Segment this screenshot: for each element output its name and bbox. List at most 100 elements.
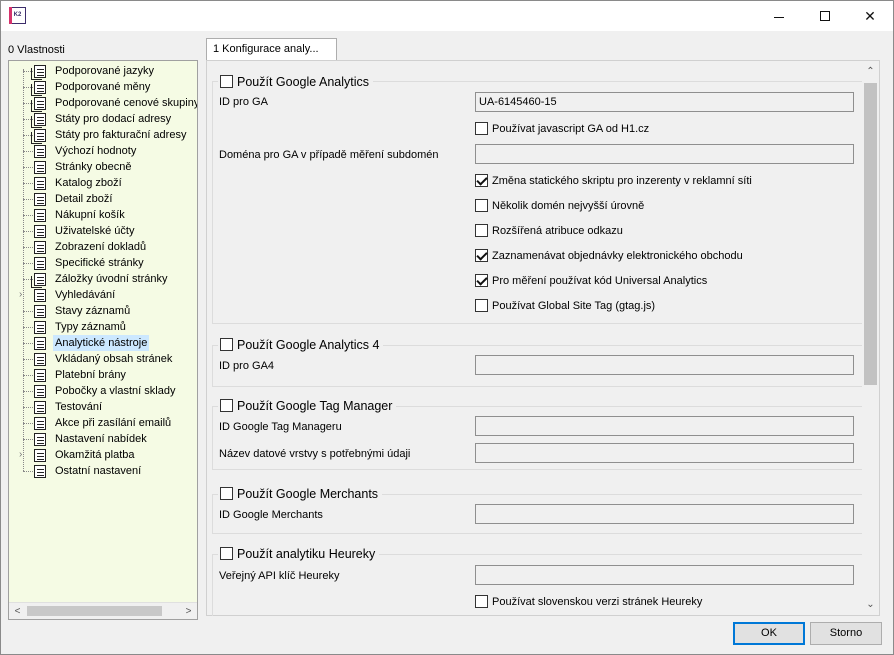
ga-multi-domain-checkbox[interactable]: Několik domén nejvyšší úrovně (475, 198, 644, 214)
ga-static-script-checkbox[interactable]: Změna statického skriptu pro inzerenty v… (475, 173, 752, 189)
tab-konfigurace[interactable]: 1 Konfigurace analy... (206, 38, 337, 61)
tree-item[interactable]: › Okamžitá platba (9, 447, 197, 463)
checkbox-icon (475, 594, 488, 608)
tree-item[interactable]: Zobrazení dokladů (9, 239, 197, 255)
tree-item-label: Typy záznamů (55, 321, 126, 333)
checkbox-icon (220, 487, 233, 501)
ga-gtag-checkbox[interactable]: Používat Global Site Tag (gtag.js) (475, 298, 655, 314)
tree-item[interactable]: Nastavení nabídek (9, 431, 197, 447)
document-icon (34, 193, 46, 206)
tree-item[interactable]: Akce při zasílání emailů (9, 415, 197, 431)
ga-enable-checkbox[interactable]: Použít Google Analytics (218, 73, 374, 91)
gtm-id-field[interactable] (475, 416, 854, 436)
ga4-enable-checkbox[interactable]: Použít Google Analytics 4 (218, 336, 384, 354)
scroll-right-icon[interactable]: > (180, 603, 197, 619)
ga-js-h1-checkbox[interactable]: Používat javascript GA od H1.cz (475, 121, 649, 137)
tree-item[interactable]: Záložky úvodní stránky (9, 271, 197, 288)
checkbox-icon (220, 338, 233, 352)
tree-item[interactable]: Katalog zboží (9, 175, 197, 191)
ga4-id-field[interactable] (475, 355, 854, 375)
tree-connector (23, 151, 33, 152)
expand-arrow-icon[interactable]: › (19, 449, 29, 461)
tree-item[interactable]: Stránky obecně (9, 159, 197, 175)
scroll-down-icon[interactable]: ⌄ (862, 596, 879, 613)
ga4-id-label: ID pro GA4 (219, 360, 275, 372)
minimize-button[interactable] (756, 1, 802, 31)
tree-item[interactable]: Typy záznamů (9, 319, 197, 335)
tree-item-label: Pobočky a vlastní sklady (55, 385, 176, 397)
tree-item[interactable]: › Vyhledávání (9, 287, 197, 303)
tree-item-label: Stránky obecně (55, 161, 132, 173)
checkbox-label: Pro měření používat kód Universal Analyt… (492, 275, 708, 287)
tree-connector (23, 199, 33, 200)
expand-arrow-icon[interactable]: › (19, 289, 29, 301)
properties-tree[interactable]: Podporované jazyky Podporované měny Podpor… (8, 60, 198, 620)
tree-item[interactable]: Analytické nástroje (9, 335, 197, 351)
close-icon: ✕ (864, 8, 876, 24)
minimize-icon (774, 16, 784, 18)
document-stack-icon (31, 65, 46, 80)
tree-item[interactable]: Podporované cenové skupiny (9, 95, 198, 112)
tree-item[interactable]: Výchozí hodnoty (9, 143, 197, 159)
heureka-sk-checkbox[interactable]: Používat slovenskou verzi stránek Heurek… (475, 594, 702, 610)
tree-item[interactable]: Detail zboží (9, 191, 197, 207)
document-stack-icon (31, 113, 46, 128)
tree-item-label: Záložky úvodní stránky (55, 273, 168, 285)
merchants-id-field[interactable] (475, 504, 854, 524)
cancel-button[interactable]: Storno (810, 622, 882, 645)
checkbox-checked-icon (475, 248, 488, 262)
document-icon (34, 305, 46, 318)
merchants-enable-checkbox[interactable]: Použít Google Merchants (218, 485, 383, 503)
tree-item[interactable]: Státy pro dodací adresy (9, 111, 197, 128)
ga-id-label: ID pro GA (219, 96, 268, 108)
ga-domain-field[interactable] (475, 144, 854, 164)
gtm-layer-field[interactable] (475, 443, 854, 463)
tree-item[interactable]: Specifické stránky (9, 255, 197, 271)
tree-item[interactable]: Platební brány (9, 367, 197, 383)
tree-item-label: Nákupní košík (55, 209, 125, 221)
ga-link-attribution-checkbox[interactable]: Rozšířená atribuce odkazu (475, 223, 623, 239)
title-bar: K2 ✕ (1, 1, 893, 31)
ga-id-field[interactable]: UA-6145460-15 (475, 92, 854, 112)
maximize-button[interactable] (802, 1, 848, 31)
tree-item[interactable]: Podporované jazyky (9, 63, 197, 80)
scroll-up-icon[interactable]: ⌃ (862, 63, 879, 80)
close-button[interactable]: ✕ (847, 1, 893, 31)
ga-universal-checkbox[interactable]: Pro měření používat kód Universal Analyt… (475, 273, 707, 289)
heureka-api-field[interactable] (475, 565, 854, 585)
document-icon (34, 401, 46, 414)
tree-item[interactable]: Ostatní nastavení (9, 463, 197, 479)
scrollbar-thumb[interactable] (864, 83, 877, 385)
tree-connector (23, 359, 33, 360)
tree-item-label: Katalog zboží (55, 177, 122, 189)
checkbox-label: Používat Global Site Tag (gtag.js) (492, 300, 656, 312)
tree-item[interactable]: Státy pro fakturační adresy (9, 127, 197, 144)
heureka-enable-checkbox[interactable]: Použít analytiku Heureky (218, 545, 380, 563)
tree-item[interactable]: Stavy záznamů (9, 303, 197, 319)
properties-label: 0 Vlastnosti (8, 44, 65, 56)
tree-item-label: Vyhledávání (55, 289, 116, 301)
ok-button[interactable]: OK (733, 622, 805, 645)
tree-item-label: Podporované cenové skupiny (55, 97, 198, 109)
checkbox-label: Používat slovenskou verzi stránek Heurek… (492, 596, 703, 608)
tree-connector (23, 343, 33, 344)
tree-connector (23, 407, 33, 408)
checkbox-checked-icon (475, 273, 488, 287)
tree-item[interactable]: Uživatelské účty (9, 223, 197, 239)
horizontal-scrollbar[interactable]: < > (9, 602, 197, 619)
tree-item-label: Podporované měny (55, 81, 151, 93)
ga-ecommerce-checkbox[interactable]: Zaznamenávat objednávky elektronického o… (475, 248, 743, 264)
tree-item[interactable]: Nákupní košík (9, 207, 197, 223)
tree-connector (23, 391, 33, 392)
tree-item-label: Akce při zasílání emailů (55, 417, 172, 429)
tree-connector (23, 439, 33, 440)
tree-item[interactable]: Vkládaný obsah stránek (9, 351, 197, 367)
tree-item[interactable]: Pobočky a vlastní sklady (9, 383, 197, 399)
tree-item[interactable]: Podporované měny (9, 79, 197, 96)
gtm-enable-checkbox[interactable]: Použít Google Tag Manager (218, 397, 397, 415)
vertical-scrollbar[interactable]: ⌃ ⌄ (862, 63, 879, 613)
checkbox-checked-icon (475, 173, 488, 187)
scrollbar-thumb[interactable] (27, 606, 162, 616)
scroll-left-icon[interactable]: < (9, 603, 26, 619)
tree-item[interactable]: Testování (9, 399, 197, 415)
